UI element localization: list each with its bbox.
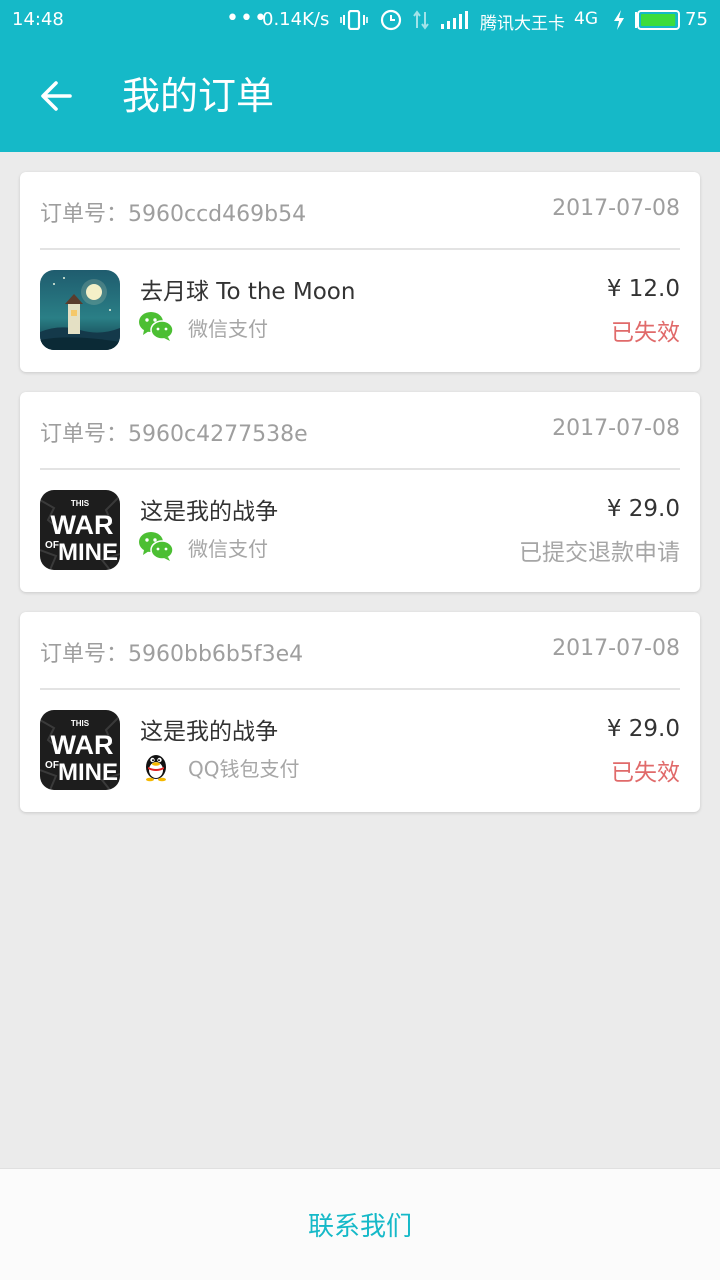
order-date: 2017-07-08	[552, 196, 680, 221]
payment-method: 微信支付	[188, 537, 268, 561]
icon-text-mine: MINE	[58, 759, 118, 786]
game-title: 这是我的战争	[140, 719, 278, 745]
charging-icon	[614, 10, 624, 30]
vibrate-icon	[340, 10, 368, 30]
order-price: ¥ 12.0	[606, 276, 680, 302]
icon-text-mine: MINE	[58, 539, 118, 566]
carrier-name: 腾讯大王卡	[480, 14, 565, 34]
payment-method: 微信支付	[188, 317, 268, 341]
divider	[40, 688, 680, 690]
icon-text-war: WAR	[51, 510, 114, 540]
battery-icon	[635, 10, 680, 30]
divider	[40, 468, 680, 470]
header-area: 14:48 ••• 0.14K/s 腾讯大王卡 4G 75 我的订单	[0, 0, 720, 152]
icon-text-of: OF	[45, 540, 59, 551]
page-title: 我的订单	[122, 74, 275, 118]
back-button[interactable]	[28, 68, 84, 124]
order-card[interactable]: 订单号：5960ccd469b54 2017-07-08 去月球 To the …	[20, 172, 700, 372]
alarm-clock-icon	[380, 9, 402, 31]
data-transfer-icon	[413, 10, 429, 30]
wechat-icon	[139, 312, 174, 341]
signal-strength-icon	[441, 11, 468, 29]
divider	[40, 248, 680, 250]
payment-method: QQ钱包支付	[188, 757, 300, 781]
game-title: 去月球 To the Moon	[140, 279, 356, 305]
back-arrow-icon	[41, 81, 72, 111]
order-date: 2017-07-08	[552, 416, 680, 441]
network-type: 4G	[574, 9, 598, 29]
status-time: 14:48	[12, 9, 64, 30]
status-bar: 14:48 ••• 0.14K/s 腾讯大王卡 4G 75	[0, 0, 720, 40]
to-the-moon-icon	[40, 270, 120, 350]
bottom-bar: 联系我们	[0, 1168, 720, 1280]
order-date: 2017-07-08	[552, 636, 680, 661]
icon-text-this: THIS	[71, 499, 90, 508]
order-card[interactable]: 订单号：5960c4277538e 2017-07-08 THIS WAR OF…	[20, 392, 700, 592]
qq-penguin-icon	[146, 755, 166, 782]
this-war-of-mine-icon: THIS WAR OF MINE	[40, 710, 120, 790]
order-number: 订单号：5960bb6b5f3e4	[40, 642, 304, 667]
contact-us-button[interactable]: 联系我们	[308, 1206, 412, 1243]
icon-text-war: WAR	[51, 730, 114, 760]
this-war-of-mine-icon: THIS WAR OF MINE	[40, 490, 120, 570]
order-price: ¥ 29.0	[606, 496, 680, 522]
network-speed: 0.14K/s	[262, 9, 330, 30]
icon-text-this: THIS	[71, 719, 90, 728]
order-status: 已提交退款申请	[519, 540, 680, 566]
game-title: 这是我的战争	[140, 499, 278, 525]
app-bar: 我的订单	[0, 40, 720, 152]
order-status: 已失效	[611, 760, 680, 786]
order-number: 订单号：5960c4277538e	[40, 422, 308, 447]
order-price: ¥ 29.0	[606, 716, 680, 742]
order-card[interactable]: 订单号：5960bb6b5f3e4 2017-07-08 THIS WAR OF…	[20, 612, 700, 812]
icon-text-of: OF	[45, 760, 59, 771]
wechat-icon	[139, 532, 174, 561]
order-number: 订单号：5960ccd469b54	[40, 202, 307, 227]
battery-level: 75	[685, 9, 708, 30]
order-status: 已失效	[611, 320, 680, 346]
